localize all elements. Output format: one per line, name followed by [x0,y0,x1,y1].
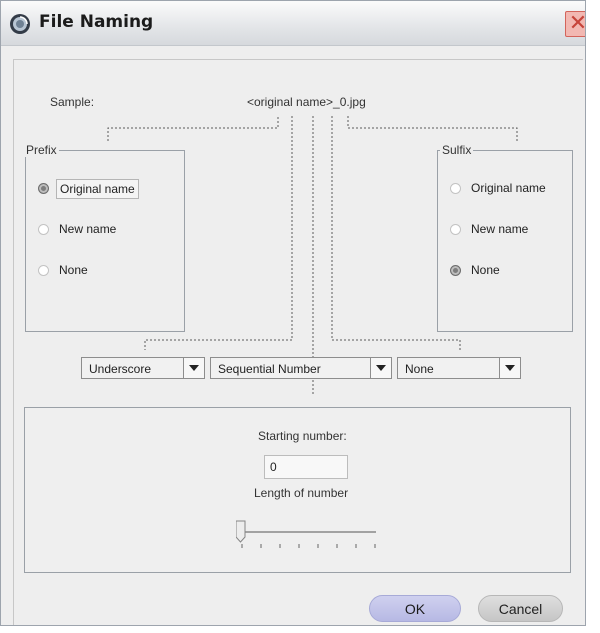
radio-button-selected[interactable] [450,265,461,276]
suffix-legend: Sulfix [440,143,474,157]
prefix-group: Prefix Original name New name None [24,143,185,332]
close-button[interactable]: ✕ [565,10,586,37]
app-logo-icon [10,14,30,34]
suffix-separator-dropdown[interactable]: None [397,357,521,379]
slider-ticks [241,544,376,548]
chevron-down-icon[interactable] [183,358,204,378]
radio-button-selected[interactable] [38,183,49,194]
radio-button[interactable] [38,265,49,276]
starting-number-input[interactable] [264,455,348,479]
starting-number-label: Starting number: [258,429,347,443]
radio-button[interactable] [450,224,461,235]
length-slider[interactable] [236,518,380,554]
suffix-option-label: None [471,263,500,277]
suffix-option-label: Original name [471,181,546,195]
radio-button[interactable] [450,183,461,194]
ok-button[interactable]: OK [369,595,461,622]
suffix-separator-value: None [405,362,434,376]
prefix-option-label: None [59,263,88,277]
close-icon: ✕ [568,10,586,35]
suffix-option-label: New name [471,222,529,236]
prefix-option-label: Original name [56,179,139,199]
numbering-type-value: Sequential Number [218,362,321,376]
prefix-option-label: New name [59,222,117,236]
dialog-title: File Naming [39,12,154,32]
chevron-down-icon[interactable] [499,358,520,378]
slider-thumb [236,520,246,543]
sample-value: <original name>_0.jpg [247,95,366,109]
prefix-legend: Prefix [24,143,59,157]
suffix-group: Sulfix Original name New name None [437,143,573,332]
radio-button[interactable] [38,224,49,235]
title-bar[interactable]: File Naming ✕ [1,1,585,46]
cancel-button[interactable]: Cancel [478,595,563,622]
sample-label: Sample: [50,95,95,109]
prefix-separator-dropdown[interactable]: Underscore [81,357,205,379]
length-of-number-label: Length of number [254,486,349,500]
numbering-type-dropdown[interactable]: Sequential Number [210,357,392,379]
chevron-down-icon[interactable] [370,358,391,378]
prefix-separator-value: Underscore [89,362,152,376]
